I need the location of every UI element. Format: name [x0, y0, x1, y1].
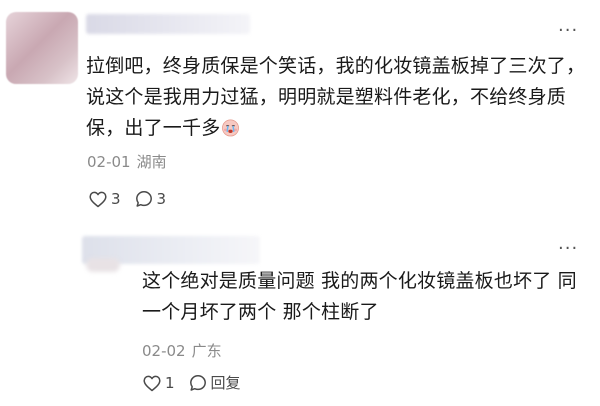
reply-like-button[interactable]: 1: [143, 373, 175, 393]
more-options-icon[interactable]: ···: [558, 22, 578, 40]
reply-location: 广东: [191, 342, 222, 360]
comment-actions: 3 3: [89, 189, 180, 209]
commenter-name-redacted[interactable]: [86, 14, 250, 34]
reply-count: 3: [156, 190, 167, 208]
like-button[interactable]: 3: [89, 189, 121, 209]
reply-count-button[interactable]: 3: [135, 189, 167, 209]
comment-text: 拉倒吧，终身质保是个笑话，我的化妆镜盖板掉了三次了，说这个是我用力过猛，明明就是…: [86, 55, 586, 139]
comment-thread: ··· 拉倒吧，终身质保是个笑话，我的化妆镜盖板掉了三次了，说这个是我用力过猛，…: [0, 0, 600, 406]
reply-more-options-icon[interactable]: ···: [558, 240, 578, 258]
commenter-avatar[interactable]: [6, 12, 78, 84]
heart-icon: [143, 375, 161, 391]
reply-body: 这个绝对是质量问题 我的两个化妆镜盖板也坏了 同一个月坏了两个 那个柱断了: [142, 270, 577, 323]
reply-actions: 1 回复: [143, 373, 255, 393]
crying-face-emoji: [222, 119, 240, 137]
like-count: 3: [111, 190, 121, 208]
replier-avatar[interactable]: [86, 258, 120, 272]
comment-date: 02-01: [87, 153, 131, 171]
heart-icon: [89, 191, 107, 207]
comment-meta: 02-01 湖南: [87, 152, 167, 172]
comment-location: 湖南: [136, 153, 167, 171]
reply-date: 02-02: [142, 342, 186, 360]
comment-bubble-icon: [189, 375, 206, 391]
comment-bubble-icon: [135, 191, 152, 207]
reply-label: 回复: [210, 374, 241, 392]
reply-like-count: 1: [165, 374, 175, 392]
reply-meta: 02-02 广东: [142, 341, 222, 361]
reply-button[interactable]: 回复: [189, 373, 241, 393]
comment-body: 拉倒吧，终身质保是个笑话，我的化妆镜盖板掉了三次了，说这个是我用力过猛，明明就是…: [86, 51, 596, 144]
